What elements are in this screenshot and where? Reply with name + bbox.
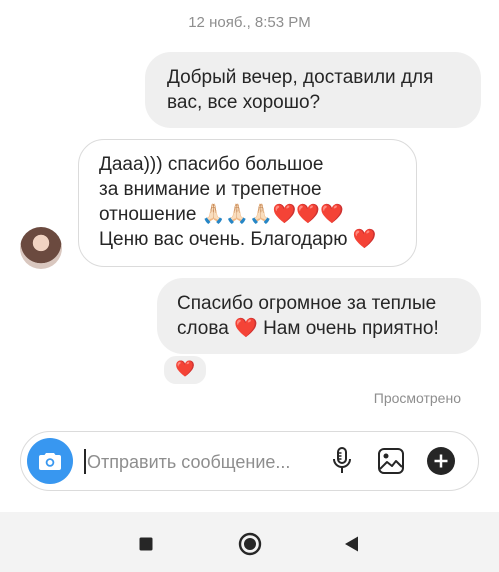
heart-reaction[interactable]: ❤️ — [162, 354, 208, 386]
message-line: слова ❤️ Нам очень приятно! — [177, 316, 467, 341]
seen-status: Просмотрено — [373, 390, 461, 406]
heart-emoji: ❤️ — [352, 229, 377, 250]
home-button[interactable] — [235, 529, 265, 559]
microphone-button[interactable] — [326, 445, 358, 477]
message-line: Добрый вечер, доставили для — [167, 67, 434, 88]
recents-button[interactable] — [131, 529, 161, 559]
message-composer — [20, 431, 479, 491]
plus-icon — [427, 447, 455, 475]
camera-icon — [39, 453, 61, 470]
message-text: Нам очень приятно! — [263, 318, 439, 339]
microphone-icon — [333, 447, 351, 473]
message-line: Ценю вас очень. Благодарю ❤️ — [99, 227, 400, 252]
message-text: отношение — [99, 204, 197, 225]
gallery-button[interactable] — [375, 445, 407, 477]
back-button[interactable] — [337, 529, 367, 559]
outgoing-message-bubble[interactable]: Спасибо огромное за теплые слова ❤️ Нам … — [157, 278, 481, 354]
praying-hands-emoji: 🙏🏻🙏🏻🙏🏻 — [201, 204, 273, 225]
hearts-emoji: ❤️❤️❤️ — [272, 204, 344, 225]
android-navigation-bar — [0, 512, 499, 572]
camera-button[interactable] — [27, 438, 73, 484]
add-button[interactable] — [425, 445, 457, 477]
message-timestamp: 12 нояб., 8:53 PM — [188, 14, 311, 31]
outgoing-message-bubble[interactable]: Добрый вечер, доставили для вас, все хор… — [145, 52, 481, 128]
message-text: слова — [177, 318, 229, 339]
message-line: Спасибо огромное за теплые — [177, 293, 437, 314]
triangle-back-icon — [345, 536, 358, 552]
circle-icon — [238, 532, 262, 556]
contact-avatar[interactable] — [20, 227, 62, 269]
image-icon — [378, 448, 404, 474]
message-text: Ценю вас очень. Благодарю — [99, 229, 348, 250]
message-line: за внимание и трепетное — [99, 179, 322, 200]
message-input[interactable] — [85, 445, 329, 479]
message-line: Дааа))) спасибо большое — [99, 154, 324, 175]
message-line: вас, все хорошо? — [167, 92, 321, 113]
square-icon — [139, 537, 153, 551]
heart-emoji: ❤️ — [234, 318, 258, 339]
incoming-message-bubble[interactable]: Дааа))) спасибо большое за внимание и тр… — [78, 139, 417, 267]
message-line: отношение 🙏🏻🙏🏻🙏🏻❤️❤️❤️ — [99, 202, 400, 227]
